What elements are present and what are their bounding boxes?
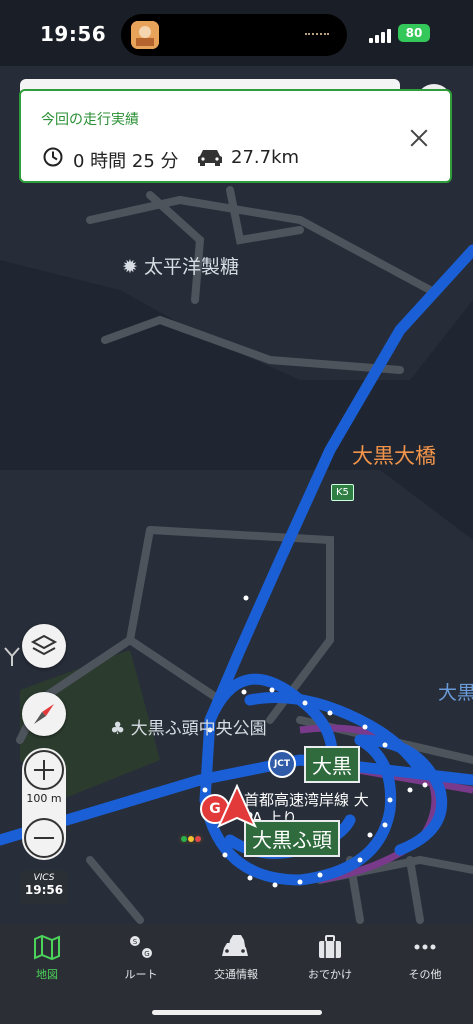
- vics-status: VICS 19:56: [20, 870, 68, 904]
- tab-odekake-label: おでかけ: [308, 968, 352, 981]
- tab-odekake[interactable]: おでかけ: [283, 932, 377, 992]
- audio-wave-icon: [305, 33, 329, 39]
- more-icon: [414, 944, 436, 950]
- factory-icon: ✹: [122, 256, 138, 278]
- map-label-park: ♣ 大黒ふ頭中央公園: [110, 719, 267, 739]
- tab-traffic-label: 交通情報: [214, 968, 258, 981]
- tab-map[interactable]: 地図: [0, 932, 94, 992]
- status-bar: 19:56 80: [0, 0, 473, 66]
- current-location-arrow-icon: [217, 784, 257, 828]
- map-label-bridge: 大黒大橋: [352, 444, 436, 468]
- park-icon: ♣: [110, 719, 126, 739]
- tab-traffic[interactable]: 交通情報: [189, 932, 283, 992]
- jct-badge: JCT: [268, 750, 296, 778]
- tab-more[interactable]: その他: [378, 932, 472, 992]
- vics-time: 19:56: [24, 883, 64, 897]
- compass-icon: [34, 704, 54, 724]
- svg-text:S: S: [133, 938, 138, 946]
- fork-icon: [4, 647, 20, 666]
- trip-summary-title: 今回の走行実績: [41, 112, 139, 128]
- zoom-in-button[interactable]: [24, 750, 64, 790]
- tab-more-label: その他: [408, 968, 442, 981]
- traffic-light-icon: [178, 834, 204, 844]
- suitcase-icon: [319, 935, 341, 958]
- car-icon: [198, 150, 222, 166]
- road-sign-daikoku-futo: 大黒ふ頭: [244, 820, 340, 857]
- zoom-out-button[interactable]: [24, 818, 64, 858]
- map-label-edge: 大黒: [438, 682, 473, 704]
- tab-route[interactable]: S G ルート: [94, 932, 188, 992]
- layers-icon: [30, 634, 58, 656]
- now-playing-app-icon: [131, 21, 159, 49]
- tab-map-label: 地図: [36, 968, 58, 981]
- clock-icon: [43, 147, 63, 167]
- status-time: 19:56: [40, 22, 107, 46]
- close-icon[interactable]: [408, 127, 430, 149]
- map-view[interactable]: ✹ 太平洋製糖 大黒大橋 ♣ 大黒ふ頭中央公園 大黒 K5 JCT 大黒 首都高…: [0, 66, 473, 924]
- trip-distance: 27.7km: [231, 147, 300, 168]
- road-sign-daikoku: 大黒: [304, 746, 360, 783]
- layers-button[interactable]: [22, 624, 66, 668]
- trip-summary-banner[interactable]: 今回の走行実績 0 時間 25 分 27.7km: [19, 89, 452, 183]
- battery-indicator: 80: [398, 24, 430, 42]
- map-label-taiheiyo: ✹ 太平洋製糖: [122, 256, 239, 278]
- trip-duration: 0 時間 25 分: [73, 151, 179, 172]
- home-indicator[interactable]: [152, 1010, 322, 1015]
- svg-text:G: G: [144, 950, 149, 958]
- map-scale: 100 m: [26, 792, 62, 805]
- tab-route-label: ルート: [124, 968, 158, 981]
- compass-button[interactable]: [22, 692, 66, 736]
- tab-bar: 地図 S G ルート 交通情報 おでかけ その他: [0, 924, 473, 1024]
- route-icon: S G: [130, 936, 152, 958]
- zoom-control: 100 m: [22, 748, 66, 860]
- traffic-icon: [222, 935, 248, 956]
- cellular-signal-icon: [369, 28, 393, 43]
- route-shield-k5: K5: [331, 484, 354, 501]
- dynamic-island[interactable]: [121, 14, 347, 56]
- vics-label: VICS: [33, 873, 55, 883]
- map-icon: [34, 934, 60, 960]
